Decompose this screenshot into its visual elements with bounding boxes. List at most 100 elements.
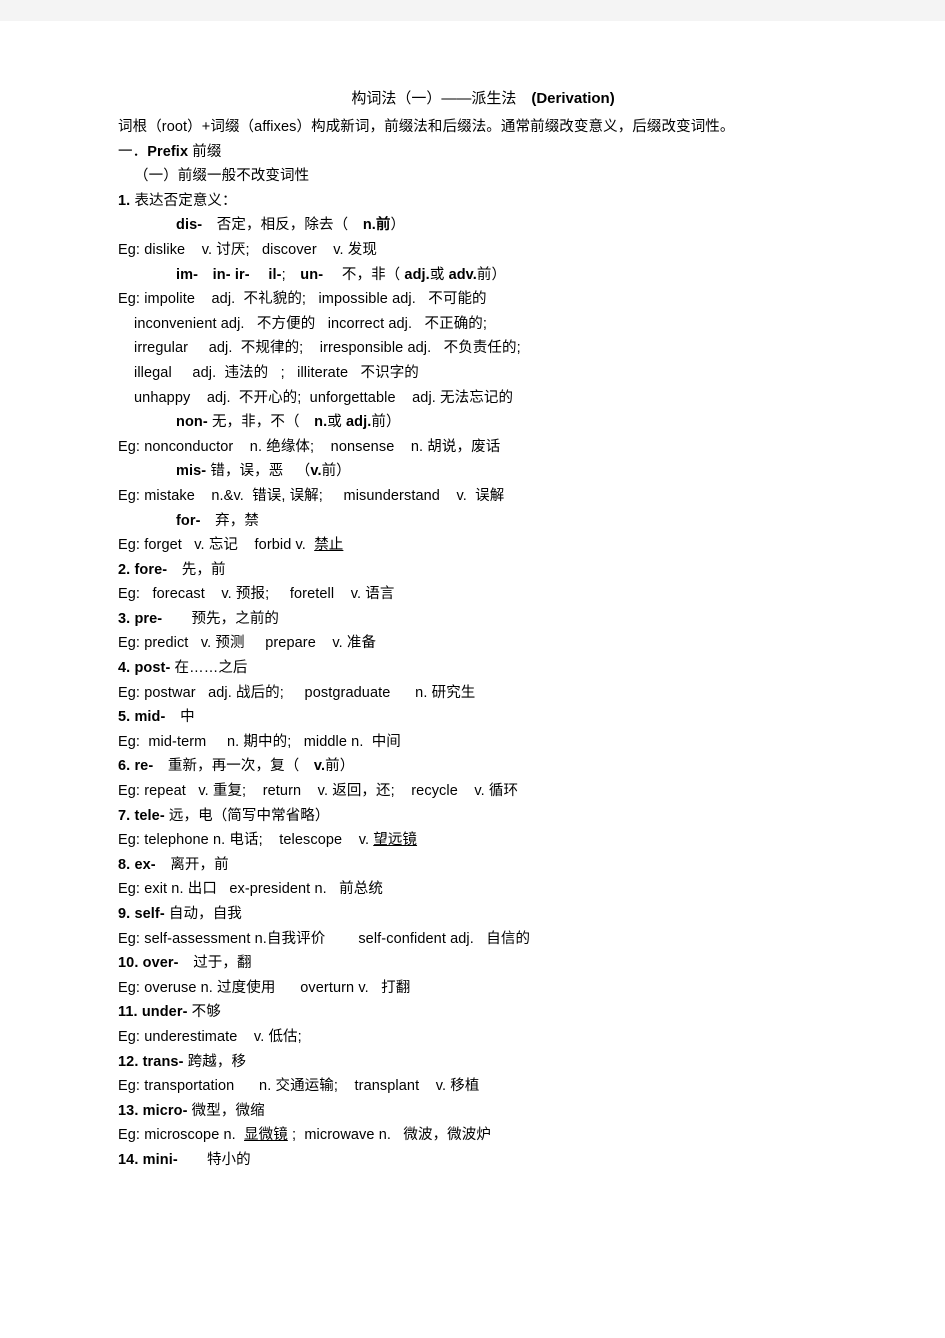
entry-im-example-line-2: inconvenient adj. 不方便的 incorrect adj. 不正… [134,315,488,332]
entry-micro-examples-post: ; microwave n. 微波，微波炉 [287,1127,491,1144]
eg-label: Eg: [118,241,141,258]
section-heading-en: Prefix [147,143,189,160]
entry-re-number: 6. [118,758,131,775]
entry-tele-number: 7. [118,807,131,824]
entry-over-example-line: Eg: overuse n. 过度使用 overturn v. 打翻 [118,976,878,1001]
prefix-over: over- [142,955,179,972]
entry-mis-prefix-line: mis- 错，误，恶 （v.前） [118,459,878,484]
entry-fore-examples: forecast v. 预报; foretell v. 语言 [144,586,395,603]
prefix-self: self- [134,906,165,922]
eg-label: Eg: [118,635,141,652]
group-1-number: 1. [118,192,131,209]
prefix-mis-pos: v. [310,463,322,480]
entry-im-example-line-4: illegal adj. 违法的 ; illiterate 不识字的 [134,364,419,381]
entry-ex-prefix-line: 8. ex- 离开，前 [118,853,878,878]
entry-re-prefix-line: 6. re- 重新，再一次，复（ v.前） [118,754,878,779]
entry-under-example-line: Eg: underestimate v. 低估; [118,1025,878,1050]
entry-fore-number: 2. [118,561,131,578]
entry-micro-examples-pre: microscope n. [144,1127,245,1144]
section-heading: 一．Prefix 前缀 [118,140,878,165]
intro-paragraph: 词根（root）+词缀（affixes）构成新词，前缀法和后缀法。通常前缀改变意… [118,119,735,135]
prefix-non-pos-tail: 前） [371,414,401,431]
entry-pre-prefix-line: 3. pre- 预先，之前的 [118,607,878,632]
prefix-il: il- [268,266,282,283]
entry-fore-prefix-line: 2. fore- 先，前 [118,558,878,583]
prefix-fore: fore- [134,561,168,578]
eg-label: Eg: [118,733,141,750]
entry-micro-number: 13. [118,1102,139,1119]
prefix-pre: pre- [134,610,163,627]
prefix-tele: tele- [134,807,165,824]
prefix-over-gloss: 过于，翻 [193,955,252,972]
entry-non-prefix-line: non- 无，非，不（ n.或 adj.前） [118,410,878,435]
prefix-re-pos: v. [313,758,326,775]
prefix-ex-gloss: 离开，前 [170,856,229,873]
entry-under-examples: underestimate v. 低估; [144,1028,302,1045]
entry-trans-examples: transportation n. 交通运输; transplant v. 移植 [144,1078,480,1095]
eg-label: Eg: [118,1078,141,1095]
group-1-label: 表达否定意义： [134,192,237,209]
entry-for-example-line: Eg: forget v. 忘记 forbid v. 禁止 [118,533,878,558]
prefix-in: in- [212,266,231,283]
entry-mis-examples: mistake n.&v. 错误, 误解; misunderstand v. 误… [144,487,505,504]
entry-tele-example-line: Eg: telephone n. 电话; telescope v. 望远镜 [118,828,878,853]
entry-im-example-line-5: unhappy adj. 不开心的; unforgettable adj. 无法… [134,389,514,406]
eg-label: Eg: [118,291,141,308]
prefix-dis-pos-close: ） [390,217,406,234]
entry-dis-examples: dislike v. 讨厌; discover v. 发现 [144,241,378,258]
prefix-im-pos-mid: 或 [429,266,445,283]
entry-for-examples: forget v. 忘记 forbid v. [144,537,315,554]
entry-ex-number: 8. [118,856,131,873]
prefix-micro-gloss: 微型，微缩 [191,1102,265,1119]
prefix-for: for- [176,512,201,529]
document-content: 构词法（一）——派生法 (Derivation) 词根（root）+词缀（aff… [118,85,878,1173]
prefix-pre-gloss: 预先，之前的 [191,610,280,627]
prefix-ir: ir- [234,266,250,283]
eg-label: Eg: [118,1028,141,1045]
eg-label: Eg: [118,881,141,898]
prefix-im-pos-b: adv. [448,266,477,283]
eg-label: Eg: [118,832,141,849]
entry-mid-number: 5. [118,709,131,726]
entry-pre-examples: predict v. 预测 prepare v. 准备 [144,635,377,652]
entry-mid-prefix-line: 5. mid- 中 [118,705,878,730]
title-chinese: 构词法（一）——派生法 [351,90,517,107]
entry-im-example-line-3: irregular adj. 不规律的; irresponsible adj. … [134,340,521,357]
page-title: 构词法（一）——派生法 (Derivation) [118,85,878,113]
prefix-non-gloss: 无，非，不（ [211,414,300,431]
prefix-non: non- [176,414,208,431]
entry-im-example-line-1: Eg: impolite adj. 不礼貌的; impossible adj. … [118,287,878,312]
entry-mid-examples: mid-term n. 期中的; middle n. 中间 [144,733,401,750]
entry-non-examples: nonconductor n. 绝缘体; nonsense n. 胡说，废话 [144,438,501,455]
entry-self-examples: self-assessment n.自我评价 self-confident ad… [144,930,531,947]
prefix-mini: mini- [142,1151,178,1168]
eg-label: Eg: [118,684,141,701]
entry-for-examples-underlined: 禁止 [314,537,344,554]
prefix-im: im- [176,266,199,283]
entry-mis-example-line: Eg: mistake n.&v. 错误, 误解; misunderstand … [118,484,878,509]
entry-trans-number: 12. [118,1053,139,1070]
entry-tele-examples: telephone n. 电话; telescope v. [144,832,374,849]
prefix-non-pos-a: n. [314,414,328,431]
entry-pre-example-line: Eg: predict v. 预测 prepare v. 准备 [118,631,878,656]
eg-label: Eg: [118,438,141,455]
top-gray-band [0,0,945,21]
prefix-im-pos-a: adj. [404,266,430,283]
entry-non-example-line: Eg: nonconductor n. 绝缘体; nonsense n. 胡说，… [118,435,878,460]
eg-label: Eg: [118,979,141,996]
prefix-dis-pos: n.前 [362,217,391,234]
prefix-non-pos-mid: 或 [327,414,342,431]
entry-dis-example-line: Eg: dislike v. 讨厌; discover v. 发现 [118,238,878,263]
eg-label: Eg: [118,537,141,554]
entry-tele-examples-underlined: 望远镜 [373,832,418,849]
prefix-self-gloss: 自动，自我 [168,906,242,922]
prefix-un: un- [300,266,324,283]
entry-mini-number: 14. [118,1151,139,1168]
title-english: (Derivation) [531,90,615,107]
entry-micro-prefix-line: 13. micro- 微型，微缩 [118,1099,878,1124]
entry-re-examples: repeat v. 重复; return v. 返回，还; recycle v.… [144,783,519,800]
entry-over-examples: overuse n. 过度使用 overturn v. 打翻 [144,979,411,996]
eg-label: Eg: [118,1127,141,1144]
entry-tele-prefix-line: 7. tele- 远，电（简写中常省略） [118,804,878,829]
group-1-heading: 1. 表达否定意义： [118,189,878,214]
